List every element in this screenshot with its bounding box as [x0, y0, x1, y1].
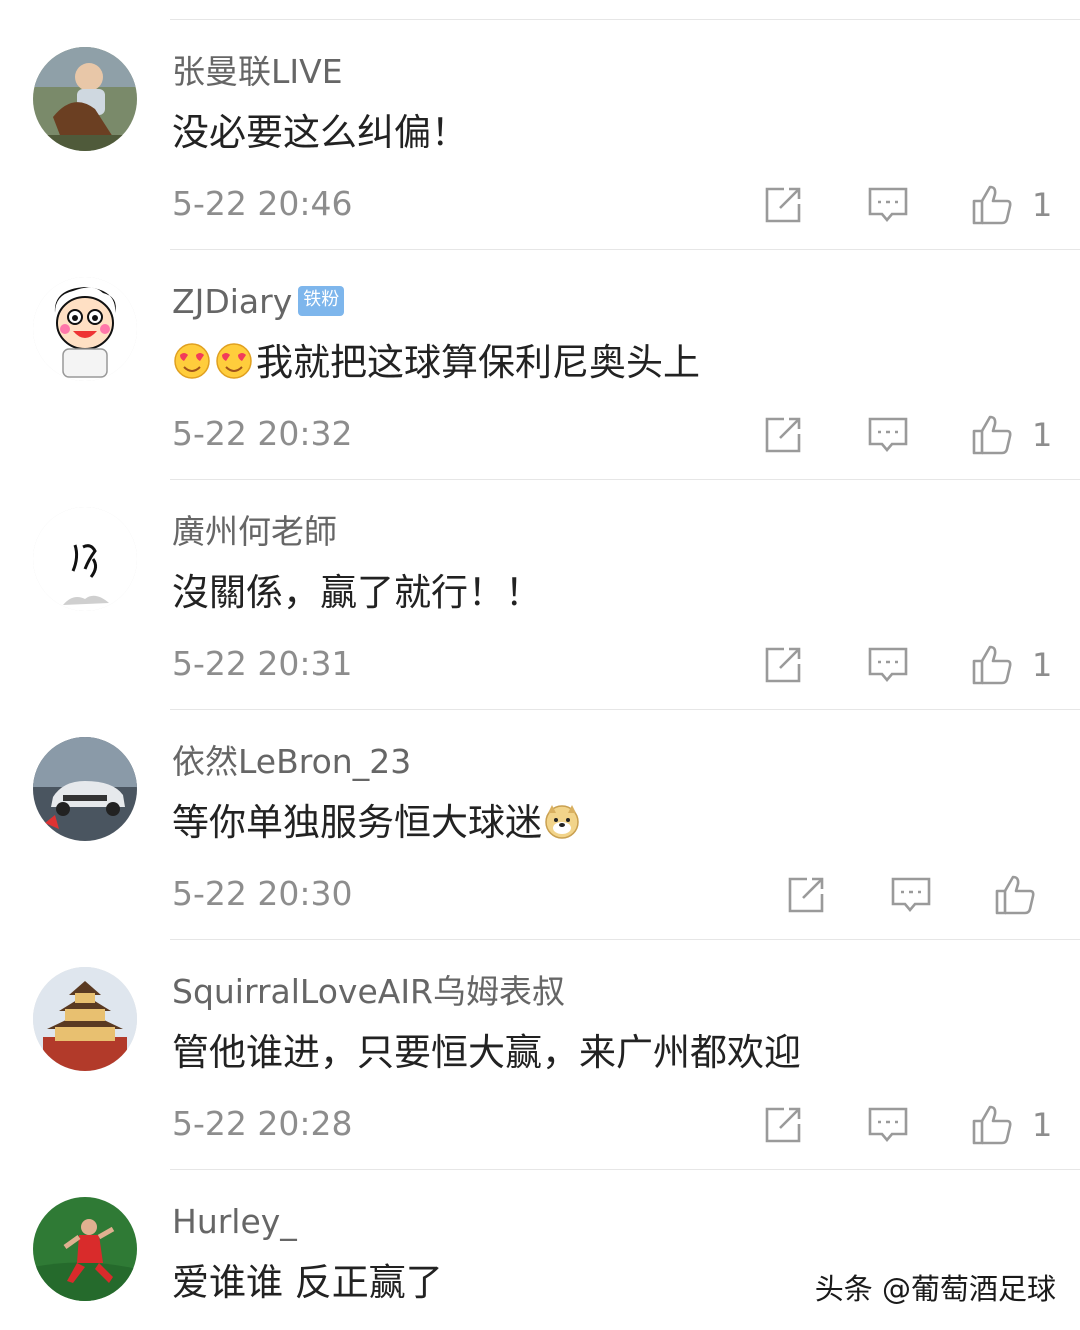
avatar[interactable]	[33, 277, 137, 381]
heart-eyes-emoji-icon	[214, 341, 254, 381]
comment-text: 沒關係，贏了就行！！	[172, 571, 542, 614]
comment-bubble-icon[interactable]	[867, 1104, 909, 1146]
comment-text: 爱谁谁 反正赢了	[172, 1261, 443, 1304]
comment-actions: 1	[0, 414, 1080, 458]
thumbs-up-icon[interactable]	[994, 874, 1036, 916]
username-text[interactable]: 廣州何老師	[172, 512, 337, 551]
comment-bubble-icon[interactable]	[890, 874, 932, 916]
avatar[interactable]	[33, 967, 137, 1071]
comment-item: 张曼联LIVE 没必要这么纠偏！ 5-22 20:46 1	[0, 20, 1080, 250]
like-count: 1	[1032, 646, 1053, 684]
comment-actions	[0, 874, 1080, 918]
comment-item: 廣州何老師 沒關係，贏了就行！！ 5-22 20:31 1	[0, 480, 1080, 710]
comment-text: 我就把这球算保利尼奥头上	[172, 338, 700, 388]
comment-text: 等你单独服务恒大球迷	[172, 798, 584, 848]
comment-bubble-icon[interactable]	[867, 644, 909, 686]
comment-text-content: 等你单独服务恒大球迷	[172, 801, 542, 844]
thumbs-up-icon[interactable]	[971, 644, 1013, 686]
comment-item: ZJDiary 铁粉 我就把这球算保利尼奥头上 5-22 20:32 1	[0, 250, 1080, 480]
doge-emoji-icon	[542, 801, 582, 841]
username[interactable]: SquirralLoveAIR乌姆表叔	[172, 970, 565, 1014]
comment-text: 没必要这么纠偏！	[172, 111, 468, 154]
like-count: 1	[1032, 186, 1053, 224]
username-text[interactable]: 依然LeBron_23	[172, 742, 411, 781]
thumbs-up-icon[interactable]	[971, 1104, 1013, 1146]
comment-text-content: 我就把这球算保利尼奥头上	[256, 341, 700, 384]
username[interactable]: ZJDiary 铁粉	[172, 280, 345, 324]
comment-bubble-icon[interactable]	[867, 184, 909, 226]
fan-badge: 铁粉	[298, 285, 345, 316]
avatar[interactable]	[33, 737, 137, 841]
comment-bubble-icon[interactable]	[867, 414, 909, 456]
share-edit-icon[interactable]	[785, 874, 827, 916]
avatar[interactable]	[33, 1197, 137, 1301]
avatar[interactable]	[33, 47, 137, 151]
heart-eyes-emoji-icon	[172, 341, 212, 381]
share-edit-icon[interactable]	[762, 414, 804, 456]
thumbs-up-icon[interactable]	[971, 414, 1013, 456]
share-edit-icon[interactable]	[762, 184, 804, 226]
username[interactable]: Hurley_	[172, 1200, 297, 1244]
avatar[interactable]	[33, 507, 137, 611]
comment-actions: 1	[0, 644, 1080, 688]
share-edit-icon[interactable]	[762, 644, 804, 686]
thumbs-up-icon[interactable]	[971, 184, 1013, 226]
like-count: 1	[1032, 416, 1053, 454]
comment-text: 管他谁进，只要恒大赢，来广州都欢迎	[172, 1031, 801, 1074]
comment-item: 依然LeBron_23 等你单独服务恒大球迷 5-22 20:30	[0, 710, 1080, 940]
username-text[interactable]: SquirralLoveAIR乌姆表叔	[172, 972, 565, 1011]
comment-list-page: 张曼联LIVE 没必要这么纠偏！ 5-22 20:46 1 ZJDiary 铁粉…	[0, 0, 1080, 1330]
comment-actions: 1	[0, 1104, 1080, 1148]
watermark: 头条 @葡萄酒足球	[814, 1272, 1056, 1306]
username-text[interactable]: Hurley_	[172, 1202, 297, 1241]
like-count: 1	[1032, 1106, 1053, 1144]
username[interactable]: 张曼联LIVE	[172, 50, 343, 94]
username[interactable]: 依然LeBron_23	[172, 740, 411, 784]
share-edit-icon[interactable]	[762, 1104, 804, 1146]
comment-item: SquirralLoveAIR乌姆表叔 管他谁进，只要恒大赢，来广州都欢迎 5-…	[0, 940, 1080, 1170]
comment-actions: 1	[0, 184, 1080, 228]
username[interactable]: 廣州何老師	[172, 510, 337, 554]
username-text[interactable]: ZJDiary	[172, 282, 292, 321]
username-text[interactable]: 张曼联LIVE	[172, 52, 343, 91]
